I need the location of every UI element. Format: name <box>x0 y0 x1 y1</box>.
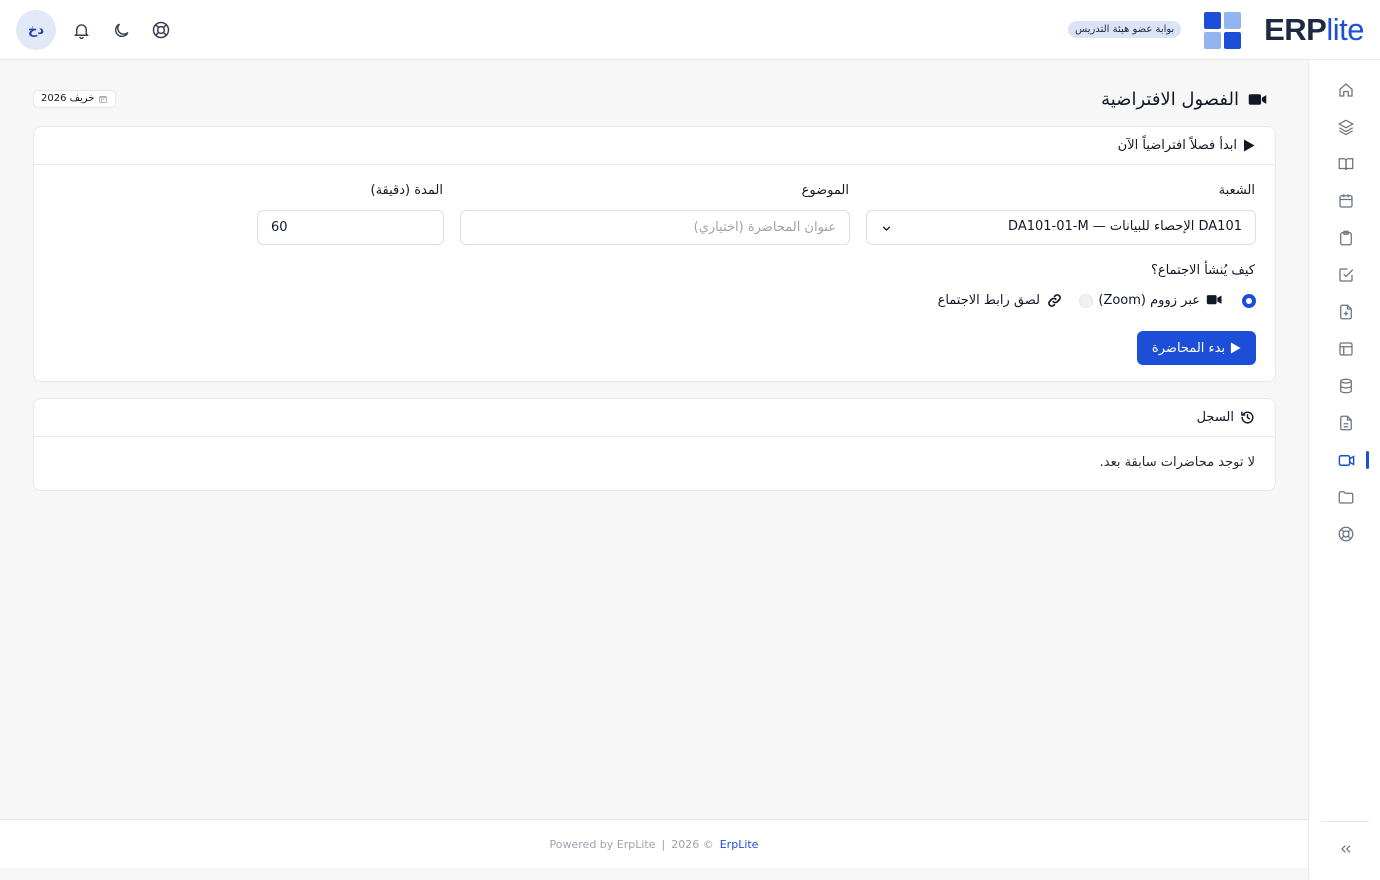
logo-text-light: lite <box>1326 12 1364 47</box>
sidebar-item-clipboard[interactable] <box>1335 227 1357 249</box>
history-card: السجل لا توجد محاضرات سابقة بعد. <box>33 398 1276 491</box>
layers-icon <box>1337 119 1355 136</box>
topic-label: الموضوع <box>801 183 849 198</box>
document-icon <box>1340 415 1352 431</box>
zoom-option[interactable]: عبر زووم (Zoom) <box>1098 291 1223 309</box>
section-select[interactable]: DA101 الإحصاء للبيانات — DA101-01-M <box>866 210 1256 245</box>
chevron-down-icon <box>882 226 891 232</box>
calendar-icon <box>1339 194 1353 208</box>
logo-text-bold: ERP <box>1264 12 1327 47</box>
history-icon <box>1241 411 1254 424</box>
page-title-text: الفصول الافتراضية <box>1101 88 1239 110</box>
video-icon <box>1248 93 1267 105</box>
sidebar-item-database[interactable] <box>1335 375 1357 397</box>
start-class-card-title: ابدأ فصلاً افتراضياً الآن <box>1117 138 1237 153</box>
moon-icon[interactable] <box>110 19 132 41</box>
start-class-card: ابدأ فصلاً افتراضياً الآن الشعبة DA101 ا… <box>33 126 1276 382</box>
layout-icon <box>1339 342 1353 356</box>
sidebar-item-home[interactable] <box>1335 79 1357 101</box>
duration-label: المدة (دقيقة) <box>370 183 443 198</box>
play-icon <box>1244 139 1255 152</box>
footer: Powered by ErpLite | 2026 © ErpLite <box>0 819 1308 868</box>
topic-input[interactable] <box>461 211 849 244</box>
zoom-option-label: عبر زووم (Zoom) <box>1098 292 1200 308</box>
lifebuoy-icon[interactable] <box>150 19 172 41</box>
history-empty-text: لا توجد محاضرات سابقة بعد. <box>1099 455 1255 470</box>
page-title: الفصول الافتراضية <box>1101 86 1268 112</box>
file-plus-icon <box>1340 304 1352 320</box>
sidebar-item-tasks[interactable] <box>1335 264 1357 286</box>
sidebar-item-document[interactable] <box>1335 412 1357 434</box>
duration-input[interactable] <box>258 211 443 244</box>
meeting-method-question: كيف يُنشأ الاجتماع؟ <box>1150 263 1255 278</box>
book-icon <box>1338 158 1354 171</box>
logo-grid-icon <box>1204 12 1241 49</box>
sidebar-item-virtual-classes[interactable] <box>1335 449 1357 471</box>
portal-badge: بوابة عضو هيئة التدريس <box>1068 21 1182 38</box>
sidebar-active-indicator <box>1366 451 1369 469</box>
sidebar <box>1308 60 1380 880</box>
semester-text: خريف 2026 <box>41 93 95 104</box>
duration-field <box>257 210 444 245</box>
link-icon <box>1048 293 1061 307</box>
zoom-option-radio[interactable] <box>1242 294 1256 308</box>
home-icon <box>1339 83 1353 97</box>
video-icon <box>1338 454 1354 466</box>
sidebar-item-calendar[interactable] <box>1335 190 1357 212</box>
footer-brand-link[interactable]: ErpLite <box>720 838 759 851</box>
video-icon <box>1206 295 1222 305</box>
sidebar-collapse-button[interactable] <box>1335 838 1357 860</box>
semester-badge[interactable]: خريف 2026 <box>33 90 117 108</box>
bell-icon[interactable] <box>70 19 92 41</box>
sidebar-item-folder[interactable] <box>1335 486 1357 508</box>
footer-separator: | <box>661 837 666 851</box>
start-lecture-button-label: بدء المحاضرة <box>1151 340 1226 356</box>
topic-field <box>460 210 850 245</box>
lifebuoy-icon <box>1338 526 1354 542</box>
checkbox-icon <box>1339 268 1354 282</box>
sidebar-divider <box>1321 821 1369 822</box>
play-icon <box>1230 342 1241 354</box>
history-card-header: السجل <box>34 399 1275 437</box>
sidebar-item-book[interactable] <box>1335 153 1357 175</box>
sidebar-item-new-file[interactable] <box>1335 301 1357 323</box>
paste-link-option-label: لصق رابط الاجتماع <box>937 292 1040 308</box>
footer-copyright: 2026 © <box>671 837 714 851</box>
sidebar-item-support[interactable] <box>1335 523 1357 545</box>
section-select-value: DA101 الإحصاء للبيانات — DA101-01-M <box>1008 219 1242 234</box>
paste-link-option-radio[interactable] <box>1079 294 1093 308</box>
user-avatar[interactable]: دخ <box>16 10 56 50</box>
start-lecture-button[interactable]: بدء المحاضرة <box>1137 331 1256 365</box>
folder-icon <box>1338 491 1354 504</box>
clipboard-icon <box>1340 230 1352 246</box>
footer-powered-by: Powered by ErpLite <box>549 837 656 851</box>
calendar-icon <box>99 96 108 103</box>
paste-link-option[interactable]: لصق رابط الاجتماع <box>938 291 1063 309</box>
top-bar: ERPlite بوابة عضو هيئة التدريس دخ <box>0 0 1380 60</box>
app-logo[interactable]: ERPlite <box>1264 12 1364 48</box>
chevrons-left-icon <box>1341 845 1351 853</box>
history-card-title: السجل <box>1196 410 1234 425</box>
sidebar-item-layout[interactable] <box>1335 338 1357 360</box>
start-class-card-header: ابدأ فصلاً افتراضياً الآن <box>34 127 1275 165</box>
sidebar-item-layers[interactable] <box>1335 116 1357 138</box>
section-label: الشعبة <box>1218 183 1255 198</box>
database-icon <box>1340 378 1352 394</box>
